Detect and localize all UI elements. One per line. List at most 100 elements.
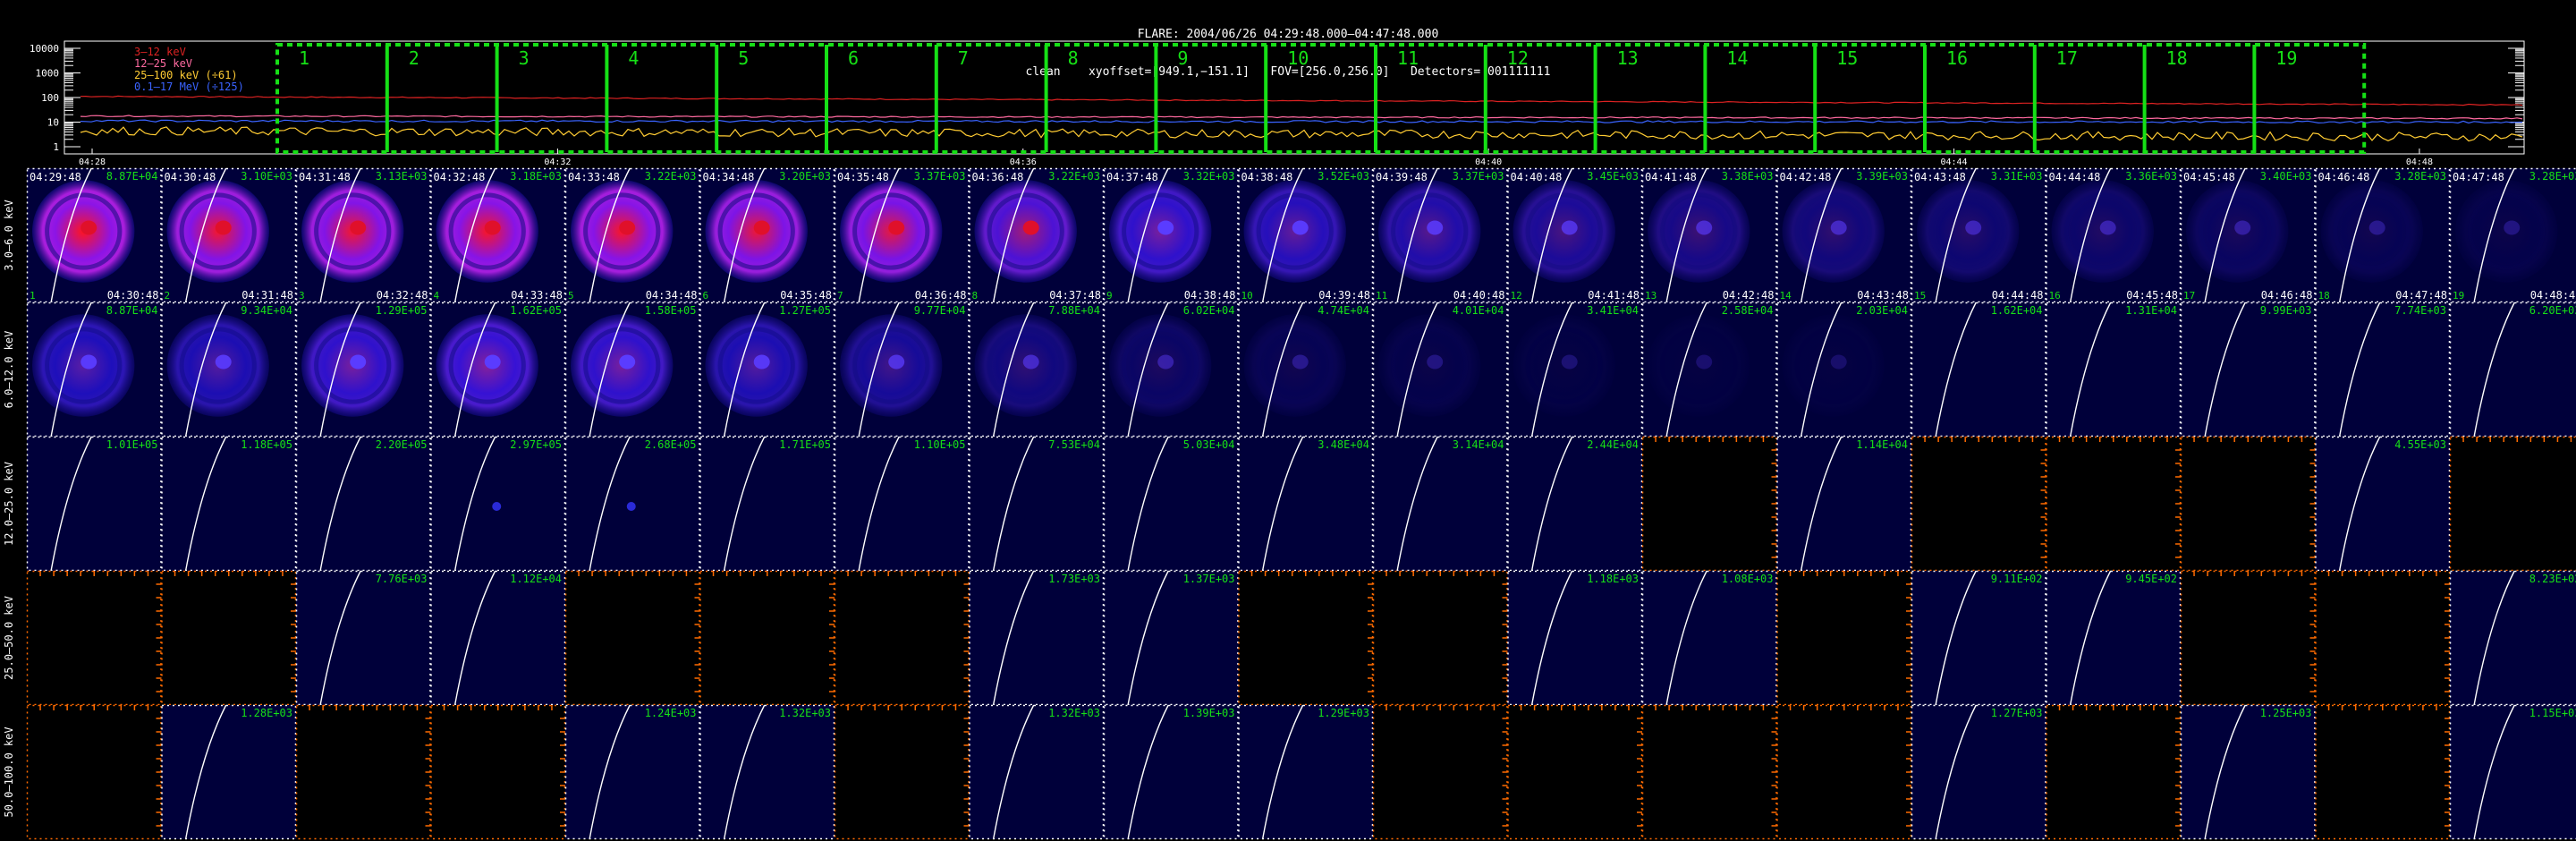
image-panel: 1.28E+03 [161, 704, 297, 840]
panel-start-time: 04:47:48 [2453, 171, 2504, 183]
panel-peak-value: 3.14E+04 [1453, 438, 1504, 451]
image-panel-background [430, 571, 565, 705]
image-panel: 1.12E+04 [430, 570, 566, 706]
source-core [888, 220, 905, 235]
panel-interval-number: 3 [299, 290, 305, 302]
source-core [619, 220, 636, 235]
panel-peak-value: 1.37E+03 [1183, 573, 1235, 585]
interval-number: 19 [2275, 47, 2297, 69]
panel-peak-value: 1.29E+05 [376, 304, 428, 317]
image-panel-background [565, 705, 700, 839]
image-panel: 3.38E+03 04:41:48 04:42:48 13 [1641, 167, 1777, 303]
image-panel [2315, 570, 2451, 706]
image-grid: 3.0–6.0 keV6.0–12.0 keV12.0–25.0 keV25.0… [3, 167, 2576, 840]
image-panel-background [2315, 705, 2450, 839]
image-panel: 1.08E+03 [1641, 570, 1777, 706]
panel-peak-value: 9.11E+02 [1991, 573, 2043, 585]
image-panel-background [1238, 705, 1373, 839]
panel-start-time: 04:39:48 [1376, 171, 1428, 183]
panel-peak-value: 3.52E+03 [1318, 170, 1369, 183]
image-panel-background [296, 437, 431, 571]
source-core [1157, 220, 1174, 235]
image-panel: 2.20E+05 [295, 436, 431, 572]
image-panel: 1.18E+05 [161, 436, 297, 572]
image-panel: 1.32E+03 [969, 704, 1105, 840]
x-tick-label: 04:36 [1010, 157, 1037, 167]
panel-peak-value: 2.20E+05 [376, 438, 428, 451]
panel-interval-number: 7 [837, 290, 843, 302]
row-energy-label: 6.0–12.0 keV [3, 331, 15, 409]
source-core [2504, 220, 2521, 235]
source-core [1157, 354, 1174, 370]
image-panel: 1.01E+05 [26, 436, 162, 572]
image-panel: 1.29E+05 [295, 302, 431, 437]
image-panel [699, 570, 835, 706]
source-core [215, 220, 232, 235]
source-core [2368, 220, 2385, 235]
panel-peak-value: 3.28E+03 [2529, 170, 2576, 183]
source-core [1830, 354, 1847, 370]
panel-end-time: 04:33:48 [511, 289, 563, 302]
image-panel: 3.40E+03 04:45:48 04:46:48 17 [2180, 167, 2316, 303]
image-panel-background [1776, 437, 1911, 571]
image-panel [161, 570, 297, 706]
panel-peak-value: 3.20E+03 [779, 170, 831, 183]
panel-peak-value: 3.45E+03 [1587, 170, 1639, 183]
panel-start-time: 04:44:48 [2049, 171, 2101, 183]
lightcurve-panel: 10000 1000 100 10 1 04:28 04:32 04:36 04:40 04:44… [30, 40, 2525, 167]
panel-peak-value: 3.40E+03 [2260, 170, 2312, 183]
panel-peak-value: 3.37E+03 [914, 170, 966, 183]
y-tick-label: 100 [41, 92, 59, 104]
panel-end-time: 04:31:48 [242, 289, 293, 302]
panel-peak-value: 1.32E+03 [1048, 707, 1100, 719]
panel-interval-number: 10 [1241, 290, 1253, 302]
panel-peak-value: 1.32E+03 [779, 707, 831, 719]
panel-peak-value: 8.23E+02 [2529, 573, 2576, 585]
row-energy-label: 3.0–6.0 keV [3, 200, 15, 270]
panel-end-time: 04:41:48 [1588, 289, 1640, 302]
image-panel: 1.29E+03 [1238, 704, 1374, 840]
panel-interval-number: 1 [30, 290, 36, 302]
source-core [484, 220, 501, 235]
image-panel: 1.18E+03 [1507, 570, 1643, 706]
image-panel-background [969, 571, 1104, 705]
panel-end-time: 04:44:48 [1992, 289, 2044, 302]
panel-start-time: 04:32:48 [434, 171, 486, 183]
image-panel: 3.18E+03 04:32:48 04:33:48 4 [430, 167, 566, 303]
image-panel-background [2181, 437, 2316, 571]
image-panel: 9.77E+04 [834, 302, 970, 437]
image-panel: 7.74E+03 [2315, 302, 2451, 437]
image-panel [1641, 436, 1777, 572]
image-panel-background [1642, 437, 1777, 571]
panel-peak-value: 7.76E+03 [376, 573, 428, 585]
image-panel: 4.55E+03 [2315, 436, 2451, 572]
panel-end-time: 04:38:48 [1184, 289, 1236, 302]
row-energy-label: 12.0–25.0 keV [3, 462, 15, 546]
image-panel-background [2046, 571, 2181, 705]
source-core [888, 354, 905, 370]
panel-peak-value: 1.14E+04 [1856, 438, 1908, 451]
panel-end-time: 04:37:48 [1049, 289, 1101, 302]
panel-peak-value: 9.45E+02 [2125, 573, 2177, 585]
panel-end-time: 04:40:48 [1453, 289, 1505, 302]
lightcurve-25-100kev [80, 126, 2523, 142]
panel-peak-value: 1.58E+05 [645, 304, 697, 317]
panel-interval-number: 2 [165, 290, 171, 302]
legend-entry: 0.1–17 MeV (÷125) [134, 81, 244, 93]
panel-peak-value: 9.77E+04 [914, 304, 966, 317]
image-panel-background [2046, 302, 2181, 437]
image-panel-background [699, 571, 835, 705]
panel-interval-number: 5 [568, 290, 574, 302]
x-tick-label: 04:44 [1940, 157, 1967, 167]
image-panel-background [161, 705, 296, 839]
panel-start-time: 04:31:48 [299, 171, 351, 183]
panel-start-time: 04:43:48 [1914, 171, 1966, 183]
panel-peak-value: 1.27E+05 [779, 304, 831, 317]
image-panel-background [2315, 437, 2450, 571]
image-panel-background [835, 437, 970, 571]
panel-peak-value: 6.20E+03 [2529, 304, 2576, 317]
image-panel [1372, 704, 1508, 840]
image-panel: 9.11E+02 [1911, 570, 2046, 706]
legend-entry: 12–25 keV [134, 57, 192, 70]
interval-number: 3 [519, 47, 530, 69]
